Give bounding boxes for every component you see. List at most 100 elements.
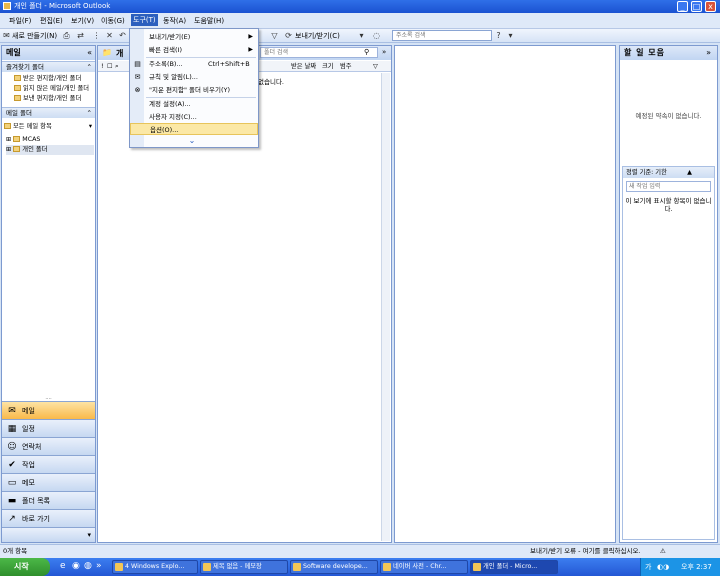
- favorites-header[interactable]: 즐겨찾기 폴더 ⌃: [2, 61, 95, 72]
- search-icon[interactable]: ⚲: [364, 48, 369, 56]
- empty-task-message: 이 보기에 표시할 항목이 없습니다.: [625, 197, 712, 213]
- dropdown-arrow-icon[interactable]: ▾: [89, 122, 92, 132]
- outlook-icon: [473, 563, 481, 571]
- dropdown-arrow-icon[interactable]: ▾: [357, 31, 366, 40]
- collapse-favorites-icon[interactable]: ⌃: [87, 62, 92, 73]
- nav-button-notes[interactable]: ▭ 메모: [2, 473, 95, 491]
- reply-icon[interactable]: ↶: [118, 31, 127, 40]
- close-button[interactable]: x: [705, 1, 716, 12]
- menu-actions[interactable]: 동작(A): [163, 16, 186, 26]
- mailbox-icon: [13, 136, 21, 142]
- menu-file[interactable]: 파일(F): [9, 16, 31, 26]
- nav-button-calendar[interactable]: ▦ 일정: [2, 419, 95, 437]
- attachment-column-icon[interactable]: ⌕: [115, 61, 119, 72]
- list-scrollbar[interactable]: [381, 73, 390, 541]
- task-sort-bar[interactable]: 정렬 기준: 기한 ▲: [623, 167, 714, 178]
- menu-go[interactable]: 이동(G): [101, 16, 125, 26]
- task-naver-dictionary[interactable]: 네이버 사전 - Chr...: [380, 560, 468, 574]
- favorite-unread[interactable]: 읽지 않은 메일/개인 폴더: [14, 84, 94, 94]
- nav-button-folder-list[interactable]: ▬ 폴더 목록: [2, 491, 95, 509]
- flag-column-icon[interactable]: ▽: [373, 61, 378, 72]
- delete-icon[interactable]: ✕: [105, 31, 114, 40]
- send-receive-button[interactable]: 보내기/받기(C): [295, 31, 340, 41]
- print-icon[interactable]: ⎙: [62, 31, 71, 40]
- mail-folders-label: 메일 폴더: [6, 109, 32, 117]
- ie-quicklaunch-icon[interactable]: e: [60, 561, 66, 571]
- tree-item-personal[interactable]: ⊞ 개인 폴더: [6, 145, 94, 155]
- calendar-icon: ▦: [7, 424, 17, 434]
- help-icon[interactable]: ?: [494, 31, 503, 40]
- clock: 오후 2:37: [681, 563, 712, 571]
- menu-help[interactable]: 도움말(H): [194, 16, 224, 26]
- menu-item-send-receive[interactable]: 보내기/받기(E) ▶: [130, 31, 258, 43]
- empty-deleted-icon: ⊗: [134, 86, 141, 94]
- menu-item-customize[interactable]: 사용자 지정(C)...: [130, 111, 258, 123]
- received-column[interactable]: 받은 날짜: [291, 61, 316, 72]
- expand-menu-chevron-icon[interactable]: ⌄: [186, 136, 198, 146]
- sort-arrow-icon[interactable]: ▲: [687, 167, 692, 178]
- nav-button-mail[interactable]: ✉ 메일: [2, 401, 95, 419]
- favorite-sent[interactable]: 보낸 편지함/개인 폴더: [14, 94, 94, 104]
- maximize-button[interactable]: □: [691, 1, 702, 12]
- configure-arrow-icon[interactable]: ▾: [87, 528, 91, 543]
- filter-icon[interactable]: ⋮: [92, 31, 101, 40]
- menu-item-account-settings[interactable]: 계정 설정(A)...: [130, 98, 258, 110]
- instant-search-input[interactable]: [261, 48, 361, 57]
- send-receive-status[interactable]: 보내기/받기 오류 - 여기를 클릭하십시오.: [530, 545, 641, 558]
- menu-item-empty-deleted[interactable]: ⊗ "지운 편지함" 폴더 비우기(Y): [130, 84, 258, 96]
- menu-view[interactable]: 보기(V): [71, 16, 94, 26]
- new-task-box[interactable]: [626, 181, 711, 192]
- new-button[interactable]: 새로 만들기(N): [12, 31, 57, 41]
- folder-icon: [14, 75, 21, 81]
- collapse-nav-icon[interactable]: «: [87, 46, 92, 60]
- nav-configure-buttons[interactable]: ▾: [2, 527, 95, 542]
- collapse-todo-icon[interactable]: »: [706, 46, 712, 60]
- size-column[interactable]: 크기: [322, 61, 334, 72]
- move-icon[interactable]: ⇄: [76, 31, 85, 40]
- new-task-input[interactable]: [627, 182, 707, 191]
- type-column-icon[interactable]: ☐: [107, 61, 113, 72]
- menu-tools[interactable]: 도구(T): [131, 14, 158, 26]
- ime-icon[interactable]: 가: [645, 558, 651, 576]
- submenu-arrow-icon: ▶: [248, 33, 253, 40]
- outlook-quicklaunch-icon[interactable]: ◉: [72, 561, 80, 571]
- chrome-quicklaunch-icon[interactable]: ◍: [84, 561, 92, 571]
- nav-button-contacts[interactable]: ☺ 연락처: [2, 437, 95, 455]
- menu-item-rules[interactable]: ✉ 규칙 및 알림(L)...: [130, 71, 258, 83]
- start-button[interactable]: 시작: [0, 558, 50, 576]
- task-chrome-software[interactable]: Software develope...: [290, 560, 378, 574]
- toolbar-options-icon[interactable]: ▾: [506, 31, 515, 40]
- mail-folders-header[interactable]: 메일 폴더 ⌃: [2, 107, 95, 118]
- task-explorer[interactable]: 4 Windows Explo...: [112, 560, 198, 574]
- collapse-mail-folders-icon[interactable]: ⌃: [87, 108, 92, 119]
- category-column[interactable]: 범주: [340, 61, 352, 72]
- splitter-grip[interactable]: ....: [2, 396, 95, 401]
- nav-contacts-label: 연락처: [22, 443, 42, 451]
- menu-item-options[interactable]: 옵션(O)...: [130, 123, 258, 135]
- address-book-search[interactable]: [392, 30, 492, 41]
- instant-search-box[interactable]: [260, 47, 378, 58]
- menu-item-address-book[interactable]: ▤ 주소록(B)... Ctrl+Shift+B: [130, 58, 258, 70]
- title-bar: 개인 폴더 - Microsoft Outlook _ □ x: [0, 0, 720, 13]
- importance-column-icon[interactable]: !: [101, 61, 104, 72]
- all-mail-items[interactable]: 모든 메일 항목 ▾: [4, 122, 94, 132]
- nav-button-tasks[interactable]: ✔ 작업: [2, 455, 95, 473]
- favorite-inbox[interactable]: 받은 편지함/개인 폴더: [14, 74, 94, 84]
- send-receive-icon[interactable]: ⟳: [284, 31, 293, 40]
- minimize-button[interactable]: _: [677, 1, 688, 12]
- filter-funnel-icon[interactable]: ▽: [270, 31, 279, 40]
- menu-item-instant-search[interactable]: 빠른 검색(I) ▶: [130, 44, 258, 56]
- tray-icons[interactable]: ◐◑: [657, 558, 669, 576]
- quicklaunch-more-icon[interactable]: »: [96, 561, 102, 571]
- tree-item-mcas[interactable]: ⊞ MCAS: [6, 135, 94, 145]
- nav-button-shortcuts[interactable]: ↗ 바로 가기: [2, 509, 95, 527]
- task-notepad[interactable]: 제목 없음 - 메모장: [200, 560, 288, 574]
- menu-edit[interactable]: 편집(E): [40, 16, 63, 26]
- menu-item-shortcut: Ctrl+Shift+B: [208, 60, 250, 68]
- expand-search-icon[interactable]: »: [382, 48, 386, 56]
- task-outlook[interactable]: 개인 폴더 - Micro...: [470, 560, 558, 574]
- address-search-input[interactable]: [393, 31, 477, 40]
- windows-taskbar: 시작 e ◉ ◍ » 4 Windows Explo... 제목 없음 - 메모…: [0, 558, 720, 576]
- warning-icon[interactable]: ⚠: [660, 545, 666, 558]
- find-icon[interactable]: ◌: [372, 31, 381, 40]
